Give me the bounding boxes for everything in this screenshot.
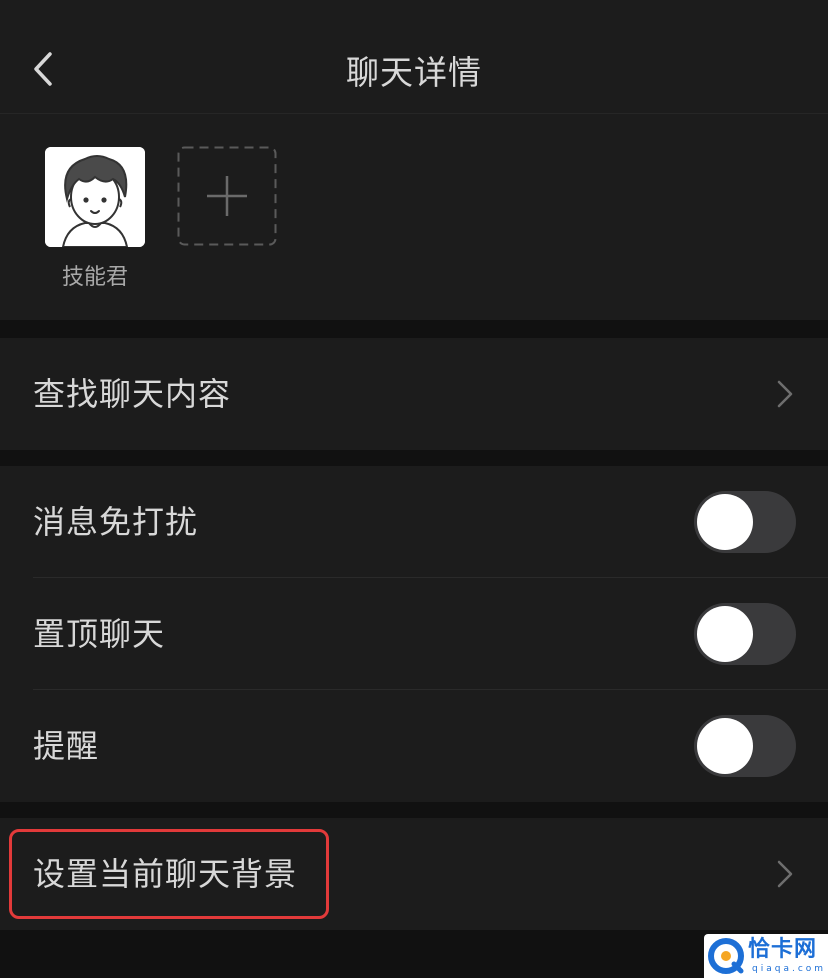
member-name: 技能君	[61, 265, 128, 290]
mute-notifications-toggle[interactable]	[694, 491, 796, 553]
remind-label: 提醒	[33, 727, 100, 765]
watermark-text: 恰卡网	[748, 937, 818, 962]
page-title: 聊天详情	[346, 53, 482, 92]
plus-icon	[177, 146, 277, 246]
remind-toggle[interactable]	[694, 715, 796, 777]
chevron-right-icon	[777, 380, 793, 408]
chevron-right-icon	[777, 860, 793, 888]
pin-chat-label: 置顶聊天	[33, 615, 166, 653]
watermark-subtext: qiaqa.com	[752, 964, 827, 974]
mute-notifications-row: 消息免打扰	[0, 466, 828, 578]
member-item[interactable]: 技能君	[45, 147, 145, 291]
toggle-settings-group: 消息免打扰 置顶聊天 提醒	[0, 466, 828, 802]
add-member-button[interactable]	[177, 146, 277, 246]
pin-chat-row: 置顶聊天	[0, 578, 828, 690]
mute-notifications-label: 消息免打扰	[33, 503, 199, 541]
toggle-knob	[697, 718, 753, 774]
search-group: 查找聊天内容	[0, 338, 828, 450]
watermark-logo-icon	[708, 938, 744, 974]
avatar[interactable]	[45, 147, 145, 247]
site-watermark: 恰卡网 qiaqa.com	[704, 934, 828, 978]
remind-row: 提醒	[0, 690, 828, 802]
toggle-knob	[697, 606, 753, 662]
top-navigation-bar: 聊天详情	[0, 0, 828, 114]
chat-details-screen: 聊天详情 技能君 查找聊天内容 消息免打扰 置顶聊天 提醒 设置当前聊天背景 恰…	[0, 0, 828, 978]
cartoon-boy-avatar-icon	[45, 147, 145, 247]
search-chat-content-row[interactable]: 查找聊天内容	[0, 338, 828, 450]
background-group: 设置当前聊天背景	[0, 818, 828, 930]
set-chat-background-label: 设置当前聊天背景	[33, 855, 298, 893]
pin-chat-toggle[interactable]	[694, 603, 796, 665]
members-panel: 技能君	[0, 114, 828, 320]
toggle-knob	[697, 494, 753, 550]
search-chat-content-label: 查找聊天内容	[33, 375, 232, 413]
set-chat-background-row[interactable]: 设置当前聊天背景	[0, 818, 828, 930]
